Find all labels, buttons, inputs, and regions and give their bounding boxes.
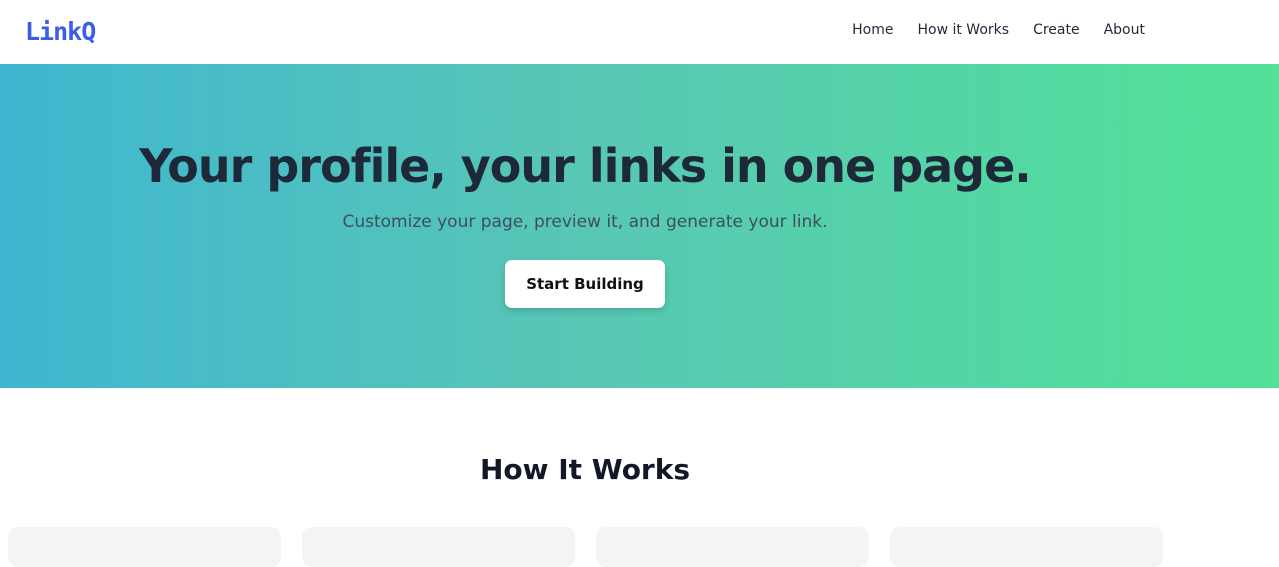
logo-link[interactable]: LinkQ: [25, 17, 96, 47]
how-it-works-section: How It Works: [0, 388, 1279, 567]
how-it-works-card-4: [890, 527, 1163, 567]
how-it-works-title: How It Works: [479, 453, 691, 486]
hero-subtitle: Customize your page, preview it, and gen…: [342, 212, 828, 232]
nav-link-about[interactable]: About: [1104, 20, 1145, 40]
nav-link-how-it-works[interactable]: How it Works: [917, 20, 1009, 40]
nav-link-home[interactable]: Home: [852, 20, 893, 40]
hero-section: Your profile, your links in one page. Cu…: [0, 64, 1279, 388]
nav-link-create[interactable]: Create: [1033, 20, 1080, 40]
top-navbar: LinkQ Home How it Works Create About: [0, 0, 1279, 64]
how-it-works-card-2: [302, 527, 575, 567]
hero-title: Your profile, your links in one page.: [139, 139, 1032, 193]
how-it-works-card-3: [596, 527, 869, 567]
how-it-works-card-1: [8, 527, 281, 567]
start-building-button[interactable]: Start Building: [505, 260, 665, 308]
nav-menu: Home How it Works Create About: [852, 20, 1145, 40]
